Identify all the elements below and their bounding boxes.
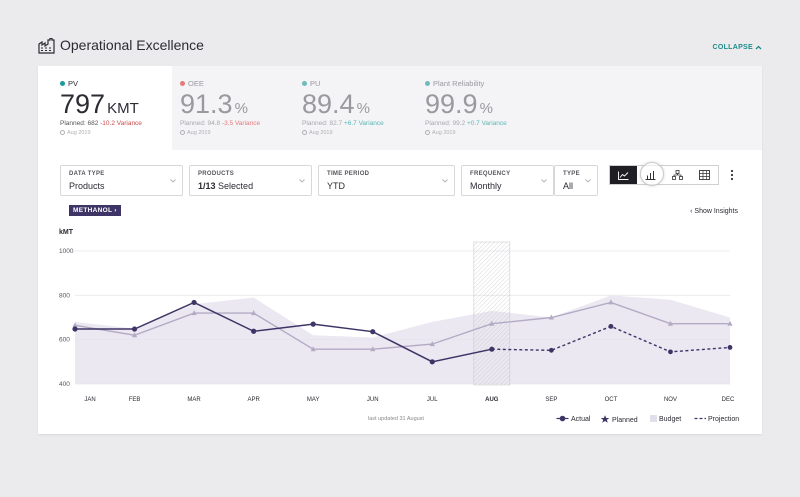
x-tick-label: MAY <box>307 397 320 403</box>
line-chart: 1000 800 600 400 JAN FEB MAR APR MAY JUN JUL AUG SEP… <box>59 241 735 403</box>
page-header: Operational Excellence COLLAPSE <box>38 36 762 58</box>
bar-chart-icon <box>645 171 656 180</box>
x-tick-label: JAN <box>84 397 95 403</box>
x-tick-label: APR <box>247 397 260 403</box>
actual-point <box>489 346 495 352</box>
factory-icon <box>38 38 55 54</box>
budget-area <box>75 295 730 384</box>
y-tick-label: 800 <box>59 292 70 299</box>
actual-point <box>370 329 376 335</box>
y-tick-label: 600 <box>59 337 70 344</box>
actual-point <box>251 328 257 334</box>
y-tick-label: 400 <box>59 381 70 388</box>
projection-legend-marker <box>694 417 706 420</box>
line-chart-icon <box>618 171 629 180</box>
actual-point <box>310 321 316 327</box>
actual-point <box>429 359 435 365</box>
projection-point <box>548 347 554 353</box>
actual-legend-marker <box>556 415 569 422</box>
x-tick-label: JUN <box>367 397 379 403</box>
actual-point <box>191 299 197 306</box>
page-title: Operational Excellence <box>60 37 204 53</box>
highlight-band <box>473 241 511 386</box>
x-tick-label: JUL <box>427 397 438 403</box>
hierarchy-icon <box>672 170 683 180</box>
x-tick-label: DEC <box>722 397 735 403</box>
x-tick-label: FEB <box>129 397 141 403</box>
budget-legend-marker <box>650 415 657 422</box>
projection-point <box>727 345 733 350</box>
x-tick-label: SEP <box>545 397 557 403</box>
last-updated-text: last updated 31 August <box>368 416 424 422</box>
main-card: PV 797 KMT Planned: 682 -10.2 Variance Aug 2… <box>38 66 762 434</box>
planned-legend-marker <box>600 415 610 423</box>
x-tick-label: AUG <box>485 397 499 403</box>
legend-actual: Actual <box>556 415 590 423</box>
legend-planned: Planned <box>600 415 638 424</box>
x-tick-label: MAR <box>187 397 201 403</box>
actual-point <box>72 326 78 332</box>
table-icon <box>699 170 710 180</box>
actual-point <box>131 326 138 332</box>
projection-point <box>608 323 614 329</box>
x-tick-label: NOV <box>664 397 677 403</box>
legend-budget: Budget <box>650 415 681 423</box>
collapse-button[interactable]: COLLAPSE <box>712 44 762 51</box>
projection-point <box>668 349 673 355</box>
y-tick-label: 1000 <box>59 248 74 255</box>
legend-projection: Projection <box>694 415 739 423</box>
collapse-label: COLLAPSE <box>712 44 753 51</box>
x-tick-label: OCT <box>605 397 618 403</box>
chevron-up-icon <box>755 45 762 50</box>
